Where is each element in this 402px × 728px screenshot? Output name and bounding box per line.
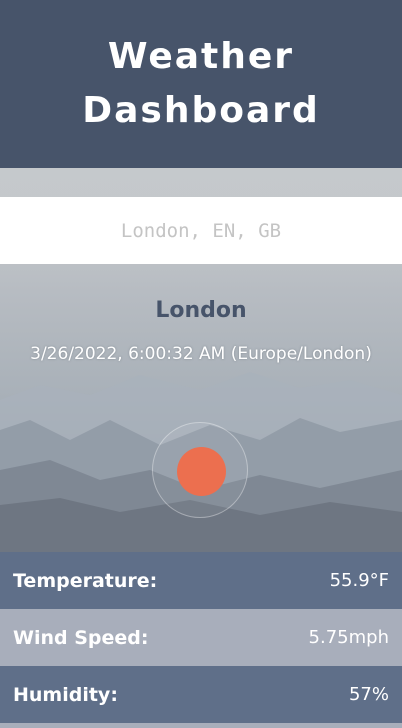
temperature-value: 55.9°F xyxy=(329,570,389,591)
app-title: Weather Dashboard xyxy=(82,36,320,131)
temperature-label: Temperature: xyxy=(13,569,158,592)
bottom-row xyxy=(0,723,402,728)
temperature-row: Temperature: 55.9°F xyxy=(0,552,402,609)
wind-speed-row: Wind Speed: 5.75mph xyxy=(0,609,402,666)
wind-speed-value: 5.75mph xyxy=(308,627,389,648)
weather-dashboard-page: Weather Dashboard London 3/26/2022, 6:00… xyxy=(0,0,402,728)
humidity-row: Humidity: 57% xyxy=(0,666,402,723)
local-datetime: 3/26/2022, 6:00:32 AM (Europe/London) xyxy=(30,344,372,364)
app-header: Weather Dashboard xyxy=(0,0,402,168)
city-name: London xyxy=(155,298,247,323)
humidity-value: 57% xyxy=(348,684,389,705)
sun-icon xyxy=(177,447,226,496)
city-search-input[interactable] xyxy=(0,197,402,264)
humidity-label: Humidity: xyxy=(13,683,118,706)
wind-speed-label: Wind Speed: xyxy=(13,626,149,649)
